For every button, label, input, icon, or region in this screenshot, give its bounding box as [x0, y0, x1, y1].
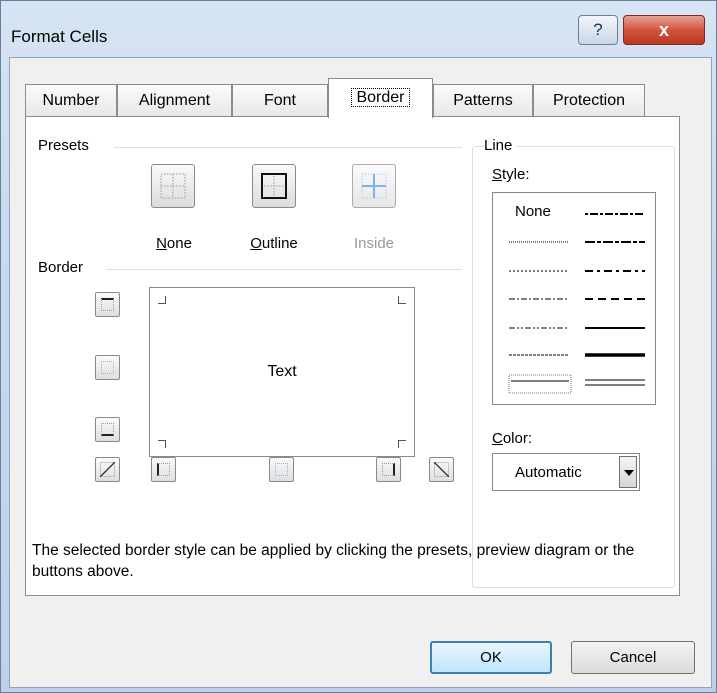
- preview-corner-mark: [398, 296, 406, 304]
- border-right-icon: [382, 463, 395, 476]
- dialog-title: Format Cells: [11, 27, 108, 46]
- ok-button[interactable]: OK: [430, 641, 552, 674]
- tab-number[interactable]: Number: [25, 84, 117, 117]
- tab-label: Number: [42, 92, 100, 109]
- preset-none-icon: [160, 173, 186, 199]
- border-top-button[interactable]: [95, 292, 120, 317]
- preset-inside-button[interactable]: [352, 164, 396, 208]
- color-dropdown[interactable]: Automatic: [492, 453, 640, 491]
- tab-patterns[interactable]: Patterns: [433, 84, 533, 117]
- tab-label: Patterns: [453, 92, 513, 109]
- preset-none-button[interactable]: [151, 164, 195, 208]
- tab-alignment[interactable]: Alignment: [117, 84, 232, 117]
- cancel-button[interactable]: Cancel: [571, 641, 695, 674]
- preset-outline-label: Outline: [250, 235, 298, 252]
- line-style-selected-frame: [508, 374, 572, 394]
- preset-outline-icon: [261, 173, 287, 199]
- border-group-label: Border: [38, 259, 88, 276]
- diagonal-down-icon: [434, 462, 449, 477]
- close-button[interactable]: x: [623, 15, 705, 45]
- border-inside-vertical-button[interactable]: [269, 457, 294, 482]
- presets-separator: [114, 147, 462, 148]
- preset-inside-icon: [361, 173, 387, 199]
- preset-inside-label: Inside: [353, 235, 395, 252]
- border-left-icon: [157, 463, 170, 476]
- help-button[interactable]: ?: [578, 15, 618, 45]
- border-hint-text: The selected border style can be applied…: [32, 542, 635, 580]
- preset-none-label: None: [156, 235, 192, 252]
- border-inside-horizontal-button[interactable]: [95, 355, 120, 380]
- tab-protection[interactable]: Protection: [533, 84, 645, 117]
- tab-label: Protection: [552, 92, 626, 109]
- border-top-icon: [101, 298, 114, 311]
- border-separator: [106, 269, 462, 270]
- format-cells-dialog: Format Cells ? x Number Alignment Font B…: [0, 0, 717, 693]
- tab-label: Alignment: [138, 92, 211, 109]
- line-style-swatches: [508, 213, 645, 394]
- tab-font[interactable]: Font: [232, 84, 328, 117]
- chevron-down-icon[interactable]: [619, 456, 637, 488]
- color-value: Automatic: [515, 464, 582, 481]
- preset-outline-button[interactable]: [252, 164, 296, 208]
- tab-label: Font: [263, 92, 296, 109]
- border-inside-horizontal-icon: [101, 361, 114, 374]
- border-right-button[interactable]: [376, 457, 401, 482]
- preview-text: Text: [267, 363, 297, 380]
- border-preview-area[interactable]: Text: [149, 287, 415, 457]
- border-diagonal-up-button[interactable]: [95, 457, 120, 482]
- border-bottom-icon: [101, 423, 114, 436]
- preview-corner-mark: [158, 440, 166, 448]
- presets-group-label: Presets: [38, 137, 93, 154]
- tab-border[interactable]: Border: [328, 78, 433, 118]
- style-label: Style:: [492, 166, 534, 183]
- line-group-label: Line: [484, 137, 517, 154]
- diagonal-up-icon: [100, 462, 115, 477]
- line-style-list[interactable]: None: [492, 192, 656, 405]
- border-diagonal-down-button[interactable]: [429, 457, 454, 482]
- color-label: Color:: [492, 430, 533, 447]
- border-left-button[interactable]: [151, 457, 176, 482]
- border-inside-vertical-icon: [275, 463, 288, 476]
- dialog-client-area: Number Alignment Font Border Patterns Pr…: [9, 57, 712, 688]
- tab-label: Border: [351, 88, 410, 107]
- preview-corner-mark: [158, 296, 166, 304]
- border-bottom-button[interactable]: [95, 417, 120, 442]
- preview-corner-mark: [398, 440, 406, 448]
